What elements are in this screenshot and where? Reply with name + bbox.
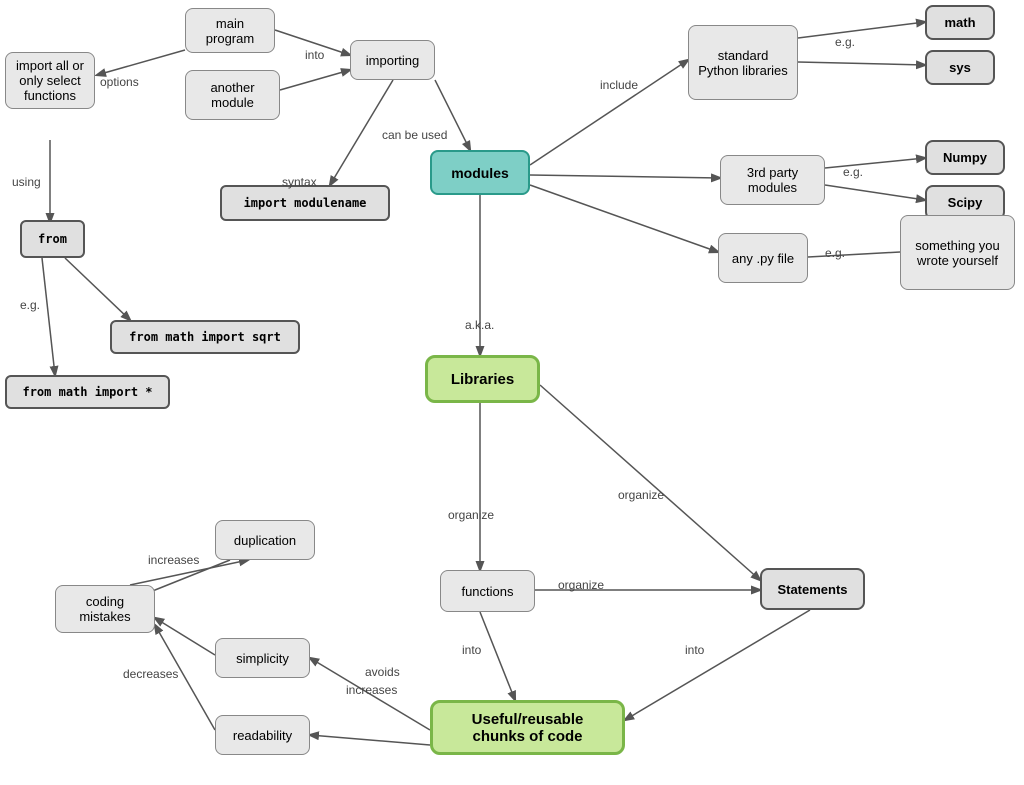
- import-all-label: import all or only select functions: [14, 58, 86, 103]
- another-module-label: another module: [194, 80, 271, 110]
- modules-label: modules: [451, 165, 509, 181]
- importing-node: importing: [350, 40, 435, 80]
- concept-map: import all or only select functions main…: [0, 0, 1024, 785]
- statements-node: Statements: [760, 568, 865, 610]
- statements-label: Statements: [777, 582, 847, 597]
- functions-label: functions: [461, 584, 513, 599]
- include-label: include: [600, 78, 638, 92]
- main-program-node: main program: [185, 8, 275, 53]
- importing-label: importing: [366, 53, 419, 68]
- scipy-label: Scipy: [948, 195, 983, 210]
- libraries-node: Libraries: [425, 355, 540, 403]
- another-module-node: another module: [185, 70, 280, 120]
- duplication-label: duplication: [234, 533, 296, 548]
- eg-label4: e.g.: [825, 246, 845, 260]
- simplicity-label: simplicity: [236, 651, 289, 666]
- organize-label3: organize: [558, 578, 604, 592]
- math-node: math: [925, 5, 995, 40]
- sys-label: sys: [949, 60, 971, 75]
- avoids-label: avoids: [365, 665, 400, 679]
- from-math-sqrt-label: from math import sqrt: [129, 330, 281, 344]
- eg-label3: e.g.: [843, 165, 863, 179]
- from-math-star-node: from math import *: [5, 375, 170, 409]
- main-program-label: main program: [194, 16, 266, 46]
- increases-label1: increases: [148, 553, 199, 567]
- duplication-node: duplication: [215, 520, 315, 560]
- something-yourself-node: something you wrote yourself: [900, 215, 1015, 290]
- functions-node: functions: [440, 570, 535, 612]
- organize-label1: organize: [618, 488, 664, 502]
- import-modulename-node: import modulename: [220, 185, 390, 221]
- into-label2: into: [462, 643, 481, 657]
- syntax-label: syntax: [282, 175, 317, 189]
- standard-python-label: standard Python libraries: [697, 48, 789, 78]
- any-py-node: any .py file: [718, 233, 808, 283]
- standard-python-node: standard Python libraries: [688, 25, 798, 100]
- import-all-node: import all or only select functions: [5, 20, 95, 140]
- useful-chunks-node: Useful/reusable chunks of code: [430, 700, 625, 755]
- coding-mistakes-node: coding mistakes: [55, 585, 155, 633]
- eg-label2: e.g.: [835, 35, 855, 49]
- libraries-label: Libraries: [451, 371, 514, 388]
- any-py-label: any .py file: [732, 251, 794, 266]
- numpy-label: Numpy: [943, 150, 987, 165]
- third-party-label: 3rd party modules: [729, 165, 816, 195]
- readability-node: readability: [215, 715, 310, 755]
- into-label3: into: [685, 643, 704, 657]
- something-yourself-label: something you wrote yourself: [909, 238, 1006, 268]
- useful-chunks-label: Useful/reusable chunks of code: [445, 711, 610, 745]
- math-label: math: [944, 15, 975, 30]
- from-keyword-label: from: [38, 232, 67, 246]
- aka-label: a.k.a.: [465, 318, 494, 332]
- can-be-used-label: can be used: [382, 128, 447, 142]
- decreases-label: decreases: [123, 667, 178, 681]
- eg-label1: e.g.: [20, 298, 40, 312]
- modules-node: modules: [430, 150, 530, 195]
- coding-mistakes-label: coding mistakes: [64, 594, 146, 624]
- import-modulename-label: import modulename: [244, 196, 367, 210]
- increases-label2: increases: [346, 683, 397, 697]
- numpy-node: Numpy: [925, 140, 1005, 175]
- third-party-node: 3rd party modules: [720, 155, 825, 205]
- sys-node: sys: [925, 50, 995, 85]
- from-keyword-node: from: [20, 220, 85, 258]
- into-label1: into: [305, 48, 324, 62]
- options-label: options: [100, 75, 139, 89]
- using-label: using: [12, 175, 41, 189]
- readability-label: readability: [233, 728, 292, 743]
- organize-label2: organize: [448, 508, 494, 522]
- from-math-star-label: from math import *: [22, 385, 152, 399]
- from-math-sqrt-node: from math import sqrt: [110, 320, 300, 354]
- simplicity-node: simplicity: [215, 638, 310, 678]
